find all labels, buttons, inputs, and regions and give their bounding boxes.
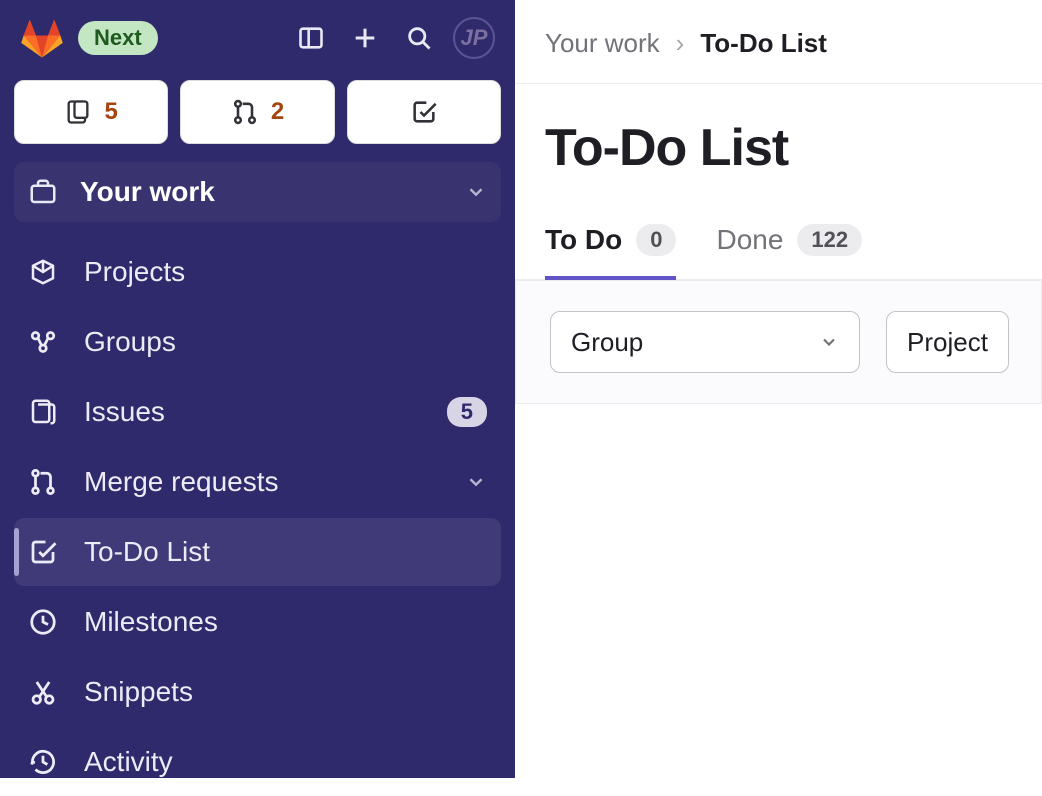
nav-item-milestones[interactable]: Milestones xyxy=(14,588,501,656)
nav-label: To-Do List xyxy=(84,536,487,568)
todo-icon xyxy=(28,537,58,567)
nav-item-merge-requests[interactable]: Merge requests xyxy=(14,448,501,516)
avatar[interactable]: JP xyxy=(453,17,495,59)
topbar: Next JP xyxy=(14,12,501,80)
todo-stat-card[interactable] xyxy=(347,80,501,144)
tab-label: Done xyxy=(716,224,783,256)
nav-label: Activity xyxy=(84,746,487,778)
todo-count-badge: 0 xyxy=(636,224,676,256)
breadcrumb-separator-icon: › xyxy=(676,28,685,59)
breadcrumb: Your work › To-Do List xyxy=(515,0,1042,84)
chevron-down-icon xyxy=(465,181,487,203)
nav-item-todo[interactable]: To-Do List xyxy=(14,518,501,586)
tabs: To Do 0 Done 122 xyxy=(515,188,1042,280)
project-dropdown[interactable]: Project xyxy=(886,311,1009,373)
group-icon xyxy=(28,327,58,357)
merge-requests-stat-count: 2 xyxy=(271,98,284,126)
done-count-badge: 122 xyxy=(797,224,862,256)
plus-icon[interactable] xyxy=(345,18,385,58)
issues-stat-card[interactable]: 5 xyxy=(14,80,168,144)
breadcrumb-current: To-Do List xyxy=(700,28,827,59)
nav-item-snippets[interactable]: Snippets xyxy=(14,658,501,726)
group-dropdown[interactable]: Group xyxy=(550,311,860,373)
nav-item-groups[interactable]: Groups xyxy=(14,308,501,376)
nav-label: Groups xyxy=(84,326,487,358)
nav-label: Snippets xyxy=(84,676,487,708)
nav: Projects Groups Issues 5 Merge requests xyxy=(14,238,501,796)
merge-requests-stat-card[interactable]: 2 xyxy=(180,80,334,144)
clock-icon xyxy=(28,607,58,637)
chevron-down-icon xyxy=(819,332,839,352)
nav-label: Projects xyxy=(84,256,487,288)
tab-label: To Do xyxy=(545,224,622,256)
issues-stat-count: 5 xyxy=(104,98,117,126)
nav-label: Milestones xyxy=(84,606,487,638)
your-work-header[interactable]: Your work xyxy=(14,162,501,222)
project-icon xyxy=(28,257,58,287)
sidebar: Next JP 5 2 Your work xyxy=(0,0,515,778)
main-content: Your work › To-Do List To-Do List To Do … xyxy=(515,0,1042,778)
nav-label: Issues xyxy=(84,396,421,428)
search-icon[interactable] xyxy=(399,18,439,58)
tab-done[interactable]: Done 122 xyxy=(716,224,862,280)
issues-icon xyxy=(28,397,58,427)
gitlab-logo-icon[interactable] xyxy=(20,16,64,60)
tab-todo[interactable]: To Do 0 xyxy=(545,224,676,280)
nav-item-issues[interactable]: Issues 5 xyxy=(14,378,501,446)
filter-bar: Group Project xyxy=(515,280,1042,404)
breadcrumb-parent[interactable]: Your work xyxy=(545,28,660,59)
dropdown-label: Group xyxy=(571,327,643,358)
briefcase-icon xyxy=(28,177,58,207)
issues-count-badge: 5 xyxy=(447,397,487,427)
history-icon xyxy=(28,747,58,777)
page-title: To-Do List xyxy=(515,84,1042,188)
next-badge[interactable]: Next xyxy=(78,21,158,55)
nav-item-projects[interactable]: Projects xyxy=(14,238,501,306)
scissors-icon xyxy=(28,677,58,707)
chevron-down-icon xyxy=(465,471,487,493)
sidebar-toggle-icon[interactable] xyxy=(291,18,331,58)
stat-row: 5 2 xyxy=(14,80,501,162)
nav-item-activity[interactable]: Activity xyxy=(14,728,501,796)
merge-request-icon xyxy=(28,467,58,497)
nav-label: Merge requests xyxy=(84,466,439,498)
dropdown-label: Project xyxy=(907,327,988,358)
your-work-label: Your work xyxy=(80,176,443,208)
